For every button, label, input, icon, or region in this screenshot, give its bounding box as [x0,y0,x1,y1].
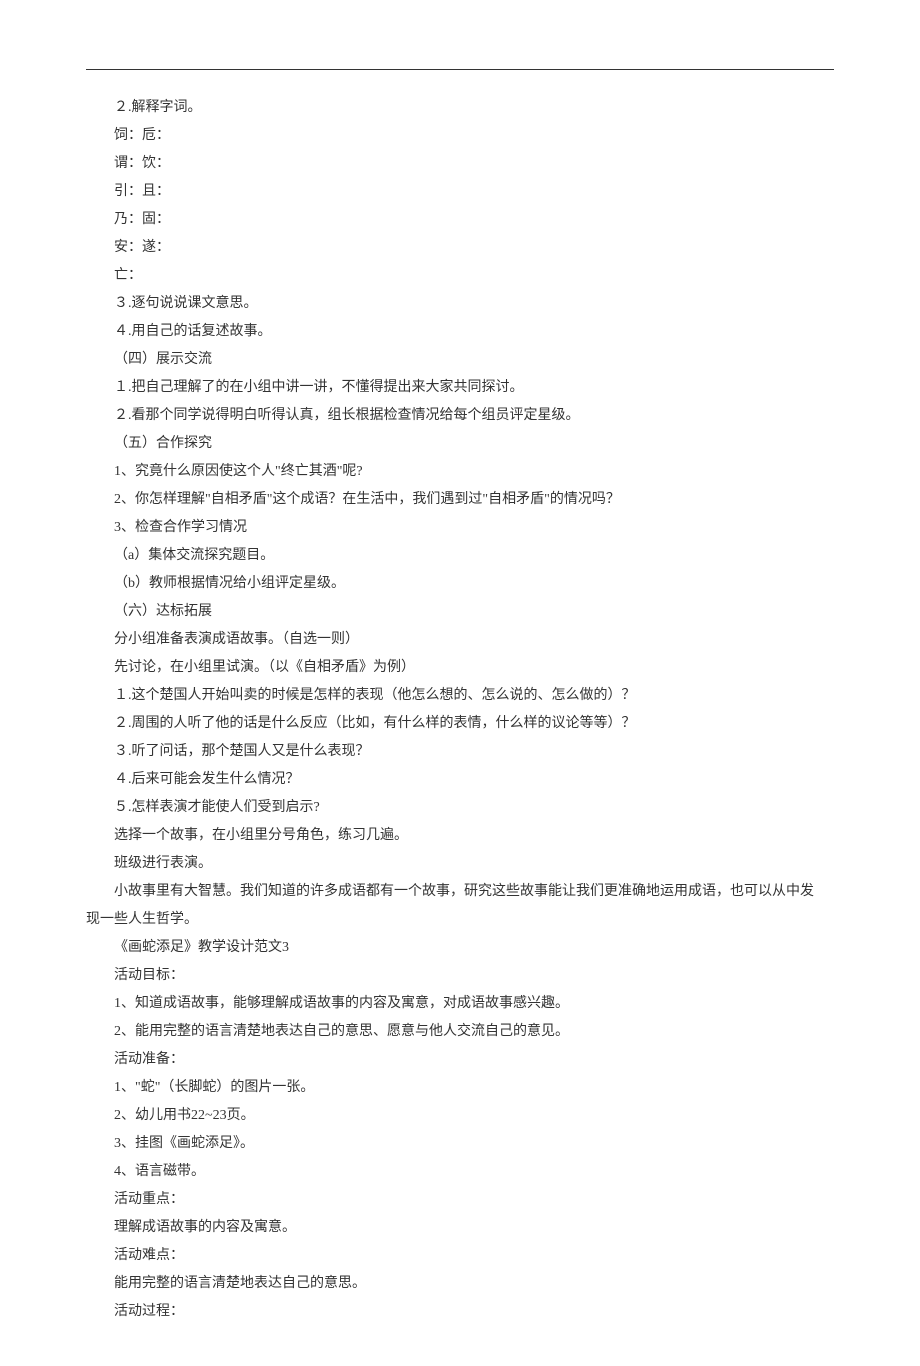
body-text: 1、"蛇"（长脚蛇）的图片一张。 [86,1074,834,1102]
body-text: 活动准备： [86,1046,834,1074]
body-text: 活动过程： [86,1298,834,1326]
body-text: 3、挂图《画蛇添足》。 [86,1130,834,1158]
body-text: ３.听了问话，那个楚国人又是什么表现？ [86,738,834,766]
body-text: ２.周围的人听了他的话是什么反应（比如，有什么样的表情，什么样的议论等等）？ [86,710,834,738]
body-text: １.这个楚国人开始叫卖的时候是怎样的表现（他怎么想的、怎么说的、怎么做的）？ [86,682,834,710]
body-text: ２.解释字词。 [86,94,834,122]
body-text: 能用完整的语言清楚地表达自己的意思。 [86,1270,834,1298]
body-text: 谓：饮： [86,150,834,178]
document-page: ２.解释字词。 饲：卮： 谓：饮： 引：且： 乃：固： 安：遂： 亡： ３.逐句… [0,0,920,1366]
body-text: ３.逐句说说课文意思。 [86,290,834,318]
body-text: 乃：固： [86,206,834,234]
body-text: 3、检查合作学习情况 [86,514,834,542]
body-text: １.把自己理解了的在小组中讲一讲，不懂得提出来大家共同探讨。 [86,374,834,402]
body-text: 饲：卮： [86,122,834,150]
body-text: 理解成语故事的内容及寓意。 [86,1214,834,1242]
body-text: 安：遂： [86,234,834,262]
body-text: 1、究竟什么原因使这个人"终亡其酒"呢? [86,458,834,486]
body-text: 班级进行表演。 [86,850,834,878]
body-text: 选择一个故事，在小组里分号角色，练习几遍。 [86,822,834,850]
body-text: 亡： [86,262,834,290]
body-text: 1、知道成语故事，能够理解成语故事的内容及寓意，对成语故事感兴趣。 [86,990,834,1018]
body-text: 4、语言磁带。 [86,1158,834,1186]
body-text: （b）教师根据情况给小组评定星级。 [86,570,834,598]
body-text: ４.后来可能会发生什么情况？ [86,766,834,794]
body-text: （五）合作探究 [86,430,834,458]
body-text-wrapped-first: 小故事里有大智慧。我们知道的许多成语都有一个故事，研究这些故事能让我们更准确地运… [86,878,834,906]
body-text: ５.怎样表演才能使人们受到启示? [86,794,834,822]
body-text: 分小组准备表演成语故事。（自选一则） [86,626,834,654]
body-text: ２.看那个同学说得明白听得认真，组长根据检查情况给每个组员评定星级。 [86,402,834,430]
body-text: 活动重点： [86,1186,834,1214]
body-text: （六）达标拓展 [86,598,834,626]
header-underline [86,68,834,70]
body-text: （a）集体交流探究题目。 [86,542,834,570]
body-text: 2、幼儿用书22~23页。 [86,1102,834,1130]
body-text: 活动难点： [86,1242,834,1270]
body-text: 引：且： [86,178,834,206]
body-text: 2、你怎样理解"自相矛盾"这个成语？在生活中，我们遇到过"自相矛盾"的情况吗？ [86,486,834,514]
body-text: 先讨论，在小组里试演。（以《自相矛盾》为例） [86,654,834,682]
body-text: （四）展示交流 [86,346,834,374]
body-text: 活动目标： [86,962,834,990]
body-text: 《画蛇添足》教学设计范文3 [86,934,834,962]
body-text: 2、能用完整的语言清楚地表达自己的意思、愿意与他人交流自己的意见。 [86,1018,834,1046]
body-text-wrapped-second: 现一些人生哲学。 [86,906,834,934]
body-text: ４.用自己的话复述故事。 [86,318,834,346]
